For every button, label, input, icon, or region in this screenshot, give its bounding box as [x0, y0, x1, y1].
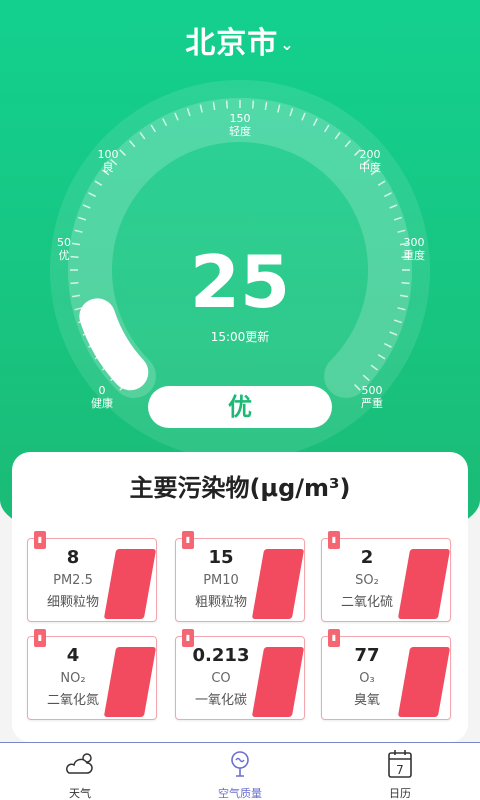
aqi-level-badge[interactable]: 优	[148, 386, 332, 428]
pollutant-name: 二氧化氮	[46, 693, 99, 708]
tick-level-text: 轻度	[229, 125, 251, 138]
update-time: 15:00更新	[210, 330, 270, 344]
pollutant-name: 粗颗粒物	[194, 595, 247, 610]
nav-item-calendar[interactable]: 7 日历	[320, 743, 480, 800]
pollutant-code: CO	[211, 671, 231, 686]
tick-level-text: 良	[102, 161, 114, 174]
air-quality-icon	[231, 751, 249, 777]
pollutants-panel: 主要污染物(μg/m³) ▮ 8 PM2.5 细颗粒物 ▮ 15 PM10 粗颗粒物 ▮ 2 SO₂…	[12, 452, 468, 742]
pollutant-code: PM2.5	[53, 573, 93, 588]
aqi-value: 25	[189, 240, 291, 324]
nav-item-air-quality[interactable]: 空气质量	[160, 743, 320, 800]
pollutant-name: 臭氧	[353, 693, 380, 708]
nav-label: 天气	[69, 787, 91, 800]
nav-label: 空气质量	[218, 787, 262, 800]
gauge-tick-label: 200 中度	[346, 148, 394, 174]
tick-level-text: 健康	[91, 397, 113, 410]
gauge-tick-label: 500 严重	[348, 384, 396, 410]
pollutant-card[interactable]: ▮ 77 O₃ 臭氧	[321, 629, 451, 720]
tick-number: 0	[98, 384, 106, 397]
nav-label: 日历	[389, 787, 411, 800]
bottom-nav: 天气 空气质量 7 日历	[0, 742, 480, 800]
pollutant-code: SO₂	[355, 573, 379, 588]
weather-icon	[66, 753, 93, 774]
pollutant-card[interactable]: ▮ 0.213 CO 一氧化碳	[175, 629, 305, 720]
pollutant-value: 15	[208, 547, 234, 568]
pollutant-name: 二氧化硫	[340, 595, 393, 610]
gauge-tick-label: 150 轻度	[216, 112, 264, 138]
pollutants-title: 主要污染物(μg/m³)	[129, 474, 351, 502]
tick-level-text: 中度	[359, 161, 381, 174]
tick-number: 100	[97, 148, 119, 161]
pollutant-code: O₃	[359, 671, 375, 686]
pollutant-code: PM10	[203, 573, 239, 588]
tick-number: 500	[361, 384, 383, 397]
pollutant-value: 77	[354, 645, 380, 666]
tick-level-text: 严重	[361, 397, 383, 410]
calendar-icon: 7	[388, 750, 412, 778]
pollutant-card[interactable]: ▮ 2 SO₂ 二氧化硫	[321, 531, 451, 622]
tick-number: 150	[229, 112, 251, 125]
pollutant-card[interactable]: ▮ 8 PM2.5 细颗粒物	[27, 531, 157, 622]
pollutant-card[interactable]: ▮ 15 PM10 粗颗粒物	[175, 531, 305, 622]
pollutant-card[interactable]: ▮ 4 NO₂ 二氧化氮	[27, 629, 157, 720]
calendar-day: 7	[396, 763, 404, 777]
pollutant-name: 一氧化碳	[194, 693, 247, 708]
gauge-tick-label: 100 良	[84, 148, 132, 174]
pollutant-value: 8	[66, 547, 80, 568]
nav-item-weather[interactable]: 天气	[0, 743, 160, 800]
pollutant-value: 4	[66, 645, 80, 666]
tick-number: 200	[359, 148, 381, 161]
pollutant-name: 细颗粒物	[46, 595, 99, 610]
gauge-tick	[225, 100, 229, 109]
gauge-tick	[251, 100, 255, 109]
pollutant-value: 2	[360, 547, 374, 568]
gauge-tick-label: 0 健康	[78, 384, 126, 410]
pollutant-value: 0.213	[192, 645, 250, 666]
pollutant-code: NO₂	[60, 671, 86, 686]
